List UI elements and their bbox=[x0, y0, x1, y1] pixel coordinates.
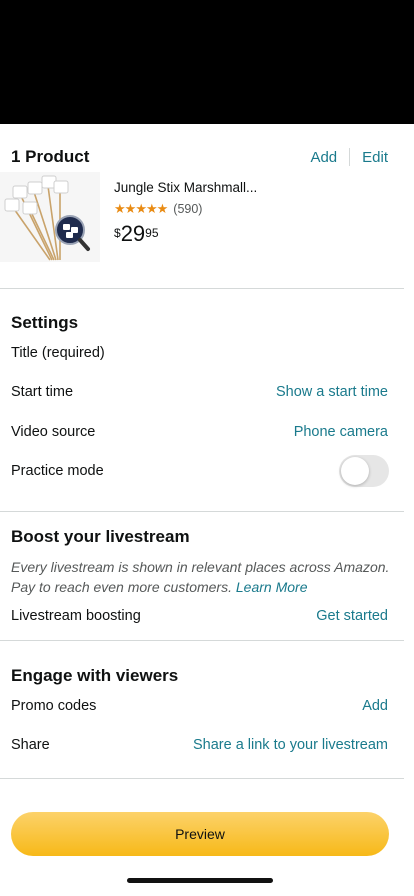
edit-product-button[interactable]: Edit bbox=[362, 149, 388, 166]
section-divider bbox=[0, 778, 404, 779]
share-label: Share bbox=[11, 737, 50, 753]
video-source-label: Video source bbox=[11, 424, 96, 440]
boost-description-text: Every livestream is shown in relevant pl… bbox=[11, 559, 390, 595]
promo-codes-label: Promo codes bbox=[11, 698, 97, 714]
boost-description: Every livestream is shown in relevant pl… bbox=[11, 557, 391, 597]
section-divider bbox=[0, 640, 404, 641]
preview-button-label: Preview bbox=[175, 826, 225, 842]
engage-section-header: Engage with viewers bbox=[11, 666, 179, 685]
header-action-divider bbox=[349, 148, 351, 166]
learn-more-link[interactable]: Learn More bbox=[236, 579, 308, 595]
product-price: $ 29 95 bbox=[114, 221, 159, 247]
star-icon: ★ bbox=[145, 201, 158, 216]
review-count: (590) bbox=[173, 202, 203, 216]
toggle-knob bbox=[341, 457, 369, 485]
star-icon: ★ bbox=[124, 201, 137, 216]
practice-mode-label: Practice mode bbox=[11, 463, 104, 479]
add-promo-code-link[interactable]: Add bbox=[362, 698, 388, 714]
start-time-label: Start time bbox=[11, 384, 74, 400]
product-thumbnail[interactable] bbox=[0, 172, 100, 262]
price-fraction: 95 bbox=[145, 226, 159, 240]
price-currency: $ bbox=[114, 226, 121, 240]
show-start-time-link[interactable]: Show a start time bbox=[276, 384, 388, 400]
price-whole: 29 bbox=[120, 221, 146, 246]
practice-mode-toggle[interactable] bbox=[339, 455, 389, 487]
title-field-label[interactable]: Title (required) bbox=[11, 345, 105, 361]
star-icon: ★ bbox=[114, 201, 126, 216]
get-started-link[interactable]: Get started bbox=[316, 608, 388, 624]
home-indicator bbox=[127, 878, 273, 883]
status-bar-area bbox=[0, 0, 414, 124]
product-rating: ★ ★ ★ ★ ★ (590) bbox=[114, 201, 202, 217]
star-icon: ★ bbox=[135, 201, 147, 216]
livestream-boosting-label: Livestream boosting bbox=[11, 608, 141, 624]
product-title[interactable]: Jungle Stix Marshmall... bbox=[114, 180, 257, 195]
section-divider bbox=[0, 288, 404, 289]
add-product-button[interactable]: Add bbox=[310, 149, 337, 166]
star-icon: ★ bbox=[156, 201, 169, 216]
preview-button[interactable]: Preview bbox=[11, 812, 389, 856]
video-source-selector[interactable]: Phone camera bbox=[294, 424, 388, 440]
share-livestream-link[interactable]: Share a link to your livestream bbox=[193, 737, 388, 753]
product-section-header: 1 Product bbox=[11, 147, 90, 166]
section-divider bbox=[0, 511, 404, 512]
settings-section-header: Settings bbox=[11, 313, 79, 332]
boost-section-header: Boost your livestream bbox=[11, 527, 190, 546]
product-header-actions: Add Edit bbox=[310, 148, 388, 166]
